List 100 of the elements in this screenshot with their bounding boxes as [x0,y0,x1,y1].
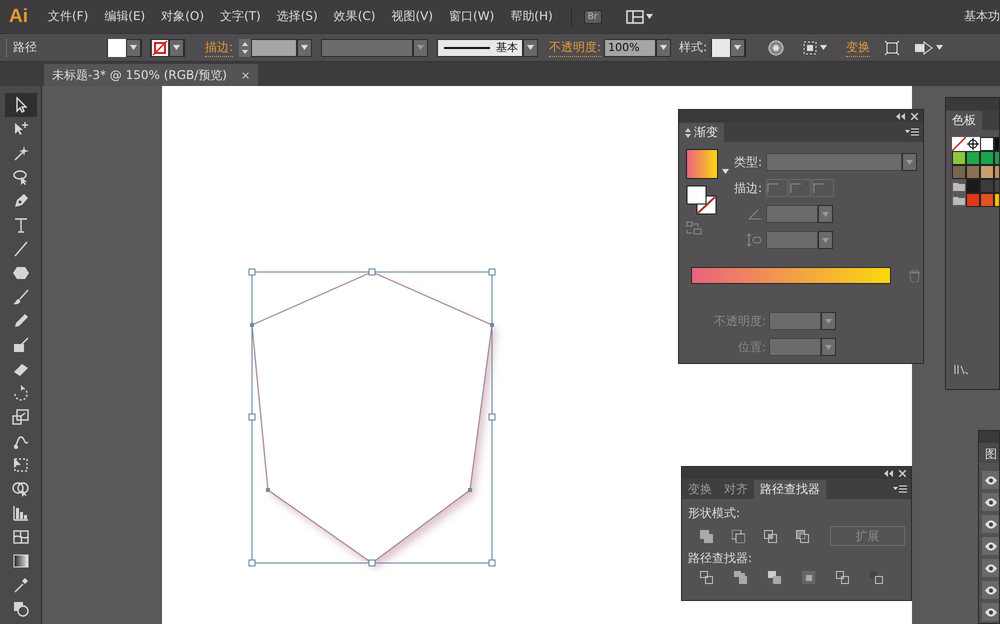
color-swatch[interactable] [966,179,980,193]
angle-field[interactable] [766,205,818,223]
location-field[interactable] [769,338,821,356]
pathfinder-icon[interactable] [836,571,849,584]
graphic-style-button[interactable] [711,38,746,56]
gradient-swatch[interactable] [686,149,718,179]
aspect-ratio-field[interactable] [766,231,818,249]
fill-color-button[interactable] [107,38,142,56]
color-swatch[interactable] [966,165,980,179]
visibility-toggle[interactable] [982,603,999,621]
visibility-toggle[interactable] [982,493,999,511]
library-icon[interactable] [954,365,968,375]
close-icon[interactable] [899,470,906,476]
color-swatch[interactable] [980,137,994,151]
spinner-icon[interactable] [239,38,252,56]
stroke-weight-field[interactable] [251,38,298,56]
panel-menu-icon[interactable] [905,128,919,136]
panel-tab[interactable]: 对齐 [718,480,754,499]
corner-icon [767,183,779,193]
registration-mark-icon[interactable] [966,137,980,151]
dropdown-button[interactable] [821,338,836,356]
dropdown-button[interactable] [821,312,836,330]
color-swatch[interactable] [980,165,994,179]
shape-mode-icon[interactable] [700,530,713,542]
mask-button[interactable] [914,40,944,56]
color-swatch[interactable] [966,193,980,207]
opacity-field[interactable] [769,312,821,330]
menu-item[interactable]: 帮助(H) [502,8,561,25]
panel-tab[interactable]: 变换 [682,480,718,499]
bridge-button[interactable]: Br [584,10,602,24]
collapse-icon[interactable] [884,470,893,476]
color-swatch[interactable] [952,151,966,165]
dropdown-button[interactable] [656,38,672,56]
pathfinder-icon[interactable] [734,571,747,584]
workspace-switcher[interactable]: 基本功 [964,8,1000,25]
panel-tab[interactable]: 路径查找器 [754,480,826,499]
dropdown-button[interactable] [818,231,833,249]
pathfinder-icon[interactable] [700,571,713,584]
dropdown-button[interactable] [902,153,917,171]
menu-item[interactable]: 编辑(E) [96,8,154,25]
transform-link[interactable]: 变换 [846,38,870,56]
shape-mode-icon[interactable] [796,530,809,542]
color-swatch[interactable] [980,179,994,193]
folder-icon[interactable] [952,193,966,207]
menu-item[interactable]: 对象(O) [153,8,212,25]
dropdown-button[interactable] [818,205,833,223]
pathfinder-icon[interactable] [802,571,815,584]
caret-icon [301,45,308,50]
document-tab[interactable]: 未标题-3* @ 150% (RGB/预览) × [44,64,258,86]
isolate-icon[interactable] [884,40,900,56]
visibility-toggle[interactable] [982,581,999,599]
recolor-icon[interactable] [768,40,784,56]
variable-width-field[interactable] [321,38,414,56]
corner-icon [813,183,825,193]
fill-stroke-icon[interactable] [686,185,718,215]
visibility-toggle[interactable] [982,515,999,533]
dropdown-button[interactable] [523,38,538,56]
align-button[interactable] [802,40,828,56]
visibility-toggle[interactable] [982,471,999,489]
collapse-icon[interactable] [896,112,905,120]
stroke-link[interactable]: 描边: [205,38,234,56]
panel-menu-icon[interactable] [893,485,907,493]
menu-item[interactable]: 效果(C) [326,8,384,25]
stroke-color-button[interactable] [150,38,185,56]
dropdown-button[interactable] [413,38,428,56]
pathfinder-icon[interactable] [870,571,883,584]
color-swatch[interactable] [952,165,966,179]
color-swatch[interactable] [980,193,994,207]
menu-item[interactable]: 文字(T) [212,8,269,25]
panel-tab[interactable]: 图 [979,443,999,463]
visibility-toggle[interactable] [982,537,999,555]
panel-tab[interactable]: 渐变 [679,123,724,142]
layout-icon [626,10,644,24]
color-swatch[interactable] [980,151,994,165]
tool-button[interactable] [4,93,36,117]
close-button[interactable]: × [241,68,250,82]
folder-icon[interactable] [952,179,966,193]
opacity-field[interactable]: 100% [604,38,656,56]
shape-mode-icon[interactable] [732,530,745,542]
menu-item[interactable]: 选择(S) [268,8,326,25]
arrange-documents-button[interactable] [626,10,653,24]
shape-mode-icon[interactable] [764,530,777,542]
menu-item[interactable]: 文件(F) [40,8,96,25]
color-swatch[interactable] [966,151,980,165]
eye-icon [984,476,998,484]
none-stroke-icon [151,38,169,56]
caret-icon [417,45,424,50]
close-icon[interactable] [911,112,918,120]
stroke-label: 描边: [734,180,764,196]
dropdown-button[interactable] [297,38,312,56]
pathfinder-icon[interactable] [768,571,781,584]
menu-item[interactable]: 窗口(W) [441,8,502,25]
opacity-link[interactable]: 不透明度: [549,38,602,56]
panel-tab[interactable]: 色板 [946,111,982,130]
gradient-slider[interactable] [691,267,891,284]
none-swatch-icon[interactable] [952,137,966,151]
brush-definition-field[interactable]: 基本 [437,38,524,56]
visibility-toggle[interactable] [982,559,999,577]
selection-type-label: 路径 [13,39,38,56]
menu-item[interactable]: 视图(V) [383,8,442,25]
